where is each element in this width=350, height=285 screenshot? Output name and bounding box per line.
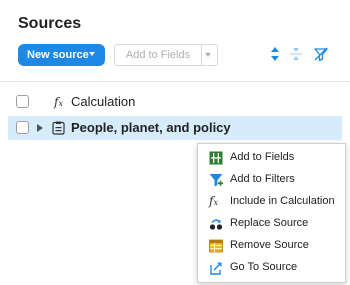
collapse-icon[interactable] <box>288 46 304 62</box>
chevron-down-icon[interactable] <box>205 53 211 57</box>
source-row-selected[interactable]: People, planet, and policy <box>8 116 342 140</box>
menu-item-label: Go To Source <box>230 261 298 273</box>
menu-item-replace-source[interactable]: Replace Source <box>198 213 345 235</box>
filter-icon <box>209 174 223 187</box>
menu-item-label: Add to Filters <box>230 173 295 185</box>
function-icon: fx <box>54 95 63 109</box>
table-icon <box>209 239 223 253</box>
context-menu: Add to Fields Add to Filters fx Include … <box>197 143 346 283</box>
chevron-right-icon[interactable] <box>37 124 43 132</box>
menu-item-label: Replace Source <box>230 217 309 229</box>
goto-icon <box>210 262 222 275</box>
button-divider <box>201 45 202 65</box>
menu-item-include-in-calculation[interactable]: fx Include in Calculation <box>198 191 345 213</box>
menu-item-add-to-filters[interactable]: Add to Filters <box>198 169 345 191</box>
row-checkbox[interactable] <box>16 121 29 134</box>
sort-updown-icon[interactable] <box>267 46 283 62</box>
menu-item-add-to-fields[interactable]: Add to Fields <box>198 147 345 169</box>
replace-icon <box>209 219 223 230</box>
add-to-fields-button[interactable]: Add to Fields <box>114 44 218 66</box>
columns-icon <box>209 151 223 165</box>
page-title: Sources <box>18 15 82 32</box>
source-label: People, planet, and policy <box>71 120 231 135</box>
new-source-label: New source <box>27 49 89 61</box>
toolbar-divider <box>0 81 350 82</box>
menu-item-label: Include in Calculation <box>230 195 335 207</box>
add-to-fields-label: Add to Fields <box>125 49 191 61</box>
source-label: Calculation <box>71 94 136 109</box>
menu-item-remove-source[interactable]: Remove Source <box>198 235 345 257</box>
source-row-calculation[interactable]: fx Calculation <box>8 90 342 114</box>
row-checkbox[interactable] <box>16 95 29 108</box>
dataset-icon <box>52 121 65 135</box>
menu-item-label: Remove Source <box>230 239 309 251</box>
function-icon: fx <box>209 194 218 208</box>
filter-off-icon[interactable] <box>313 46 329 62</box>
menu-item-go-to-source[interactable]: Go To Source <box>198 257 345 279</box>
chevron-down-icon <box>89 52 95 56</box>
new-source-button[interactable]: New source <box>18 44 105 66</box>
menu-item-label: Add to Fields <box>230 151 295 163</box>
